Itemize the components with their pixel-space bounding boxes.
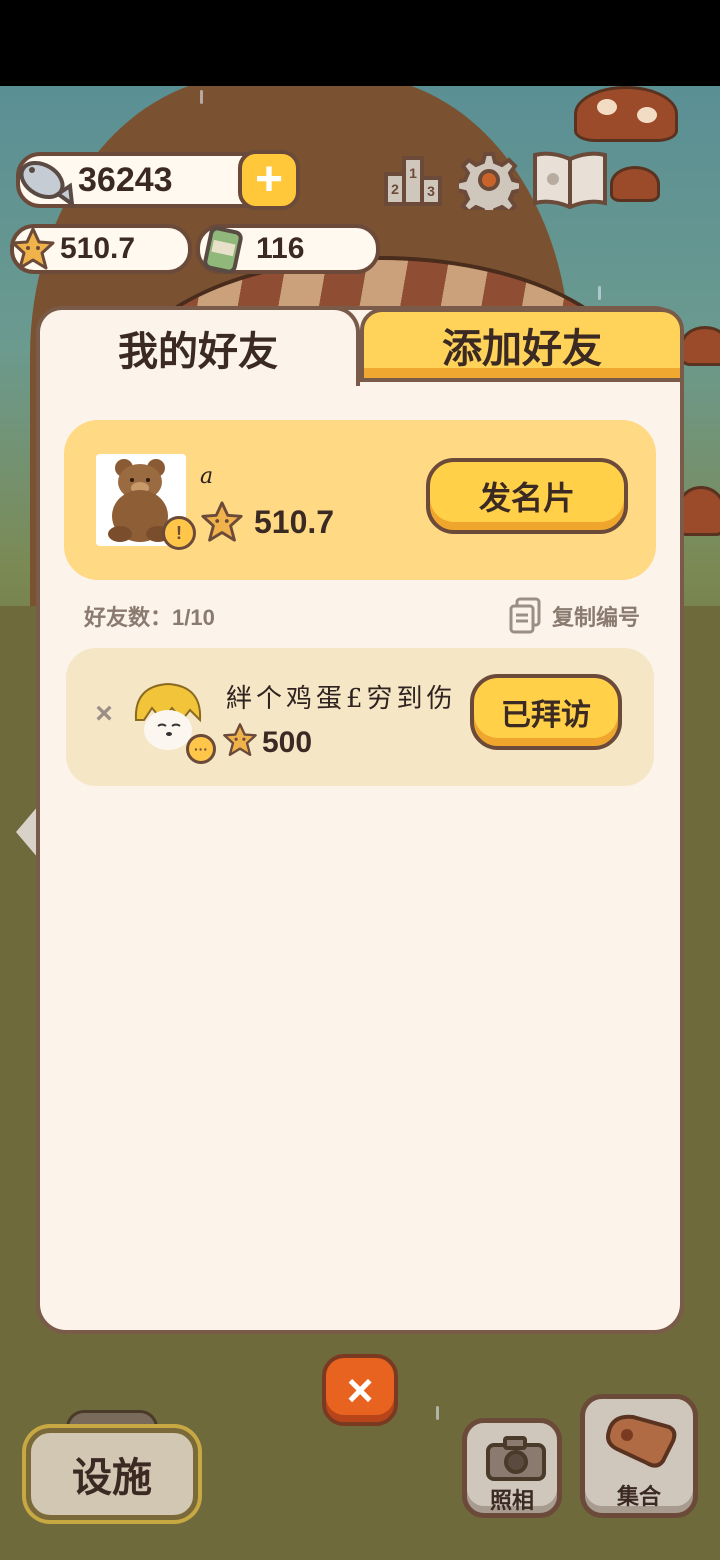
gather-label: 集合: [616, 1484, 661, 1509]
fish-icon: [14, 150, 76, 210]
send-card-button[interactable]: 发名片: [426, 458, 628, 534]
remove-friend-button[interactable]: ×: [90, 699, 118, 729]
settings-button[interactable]: [456, 150, 522, 210]
guide-book-button[interactable]: [530, 150, 610, 210]
leaderboard-icon: 2 1 3: [384, 156, 442, 206]
copy-icon: [509, 597, 541, 634]
mushroom-decoration: [680, 326, 720, 366]
tab-my-friends[interactable]: 我的好友: [36, 306, 360, 386]
friend-count-label: 好友数：1/10: [84, 605, 215, 630]
tab-add-friend[interactable]: 添加好友: [360, 308, 684, 382]
visited-label: 已拜访: [501, 699, 591, 732]
facility-button[interactable]: 设施: [26, 1428, 198, 1520]
copy-id-label: 复制编号: [551, 605, 640, 630]
can-count: 116: [256, 232, 305, 265]
book-icon: [533, 151, 607, 210]
mushroom-decoration: [610, 166, 660, 202]
status-bar: [0, 0, 720, 86]
can-icon: [198, 222, 248, 276]
leaderboard-button[interactable]: 2 1 3: [380, 150, 446, 210]
star-icon: [200, 500, 244, 544]
gear-icon: [459, 152, 519, 210]
my-score: 510.7: [254, 504, 335, 540]
my-name: a: [200, 464, 214, 489]
left-arrow-decoration: [16, 806, 38, 858]
send-card-label: 发名片: [478, 480, 575, 516]
friend-name: 絆个鸡蛋£穷到伤: [226, 684, 457, 714]
fish-count: 36243: [78, 161, 173, 199]
friend-list-item: × ··· 絆个鸡蛋£穷到伤 500 已拜访: [66, 648, 654, 786]
tab-my-friends-label: 我的好友: [118, 330, 278, 374]
visited-button[interactable]: 已拜访: [470, 674, 622, 750]
svg-text:2: 2: [391, 181, 399, 197]
plus-icon: +: [254, 153, 284, 206]
close-icon: ×: [346, 1364, 374, 1416]
friends-meta-row: 好友数：1/10 复制编号: [84, 596, 640, 636]
friend-score: 500: [262, 726, 313, 759]
gather-button[interactable]: 集合: [580, 1394, 698, 1518]
whistle-icon: [606, 1414, 677, 1468]
tab-add-friend-label: 添加好友: [442, 327, 602, 371]
svg-text:1: 1: [409, 165, 417, 181]
mushroom-decoration: [574, 86, 678, 142]
camera-icon: [486, 1436, 546, 1481]
my-profile-card: ! a 510.7 发名片: [64, 420, 656, 580]
photo-button[interactable]: 照相: [462, 1418, 562, 1518]
photo-label: 照相: [489, 1488, 534, 1513]
svg-text:3: 3: [427, 183, 435, 199]
add-fish-button[interactable]: +: [238, 150, 300, 210]
star-icon: [222, 722, 258, 758]
facility-label: 设施: [72, 1456, 152, 1500]
copy-id-button[interactable]: 复制编号: [508, 596, 640, 636]
exclamation-badge-icon: !: [162, 516, 196, 550]
star-rating-value: 510.7: [60, 232, 136, 265]
star-icon: [10, 226, 56, 272]
close-dialog-button[interactable]: ×: [322, 1354, 398, 1426]
chat-badge-icon: ···: [186, 734, 216, 764]
